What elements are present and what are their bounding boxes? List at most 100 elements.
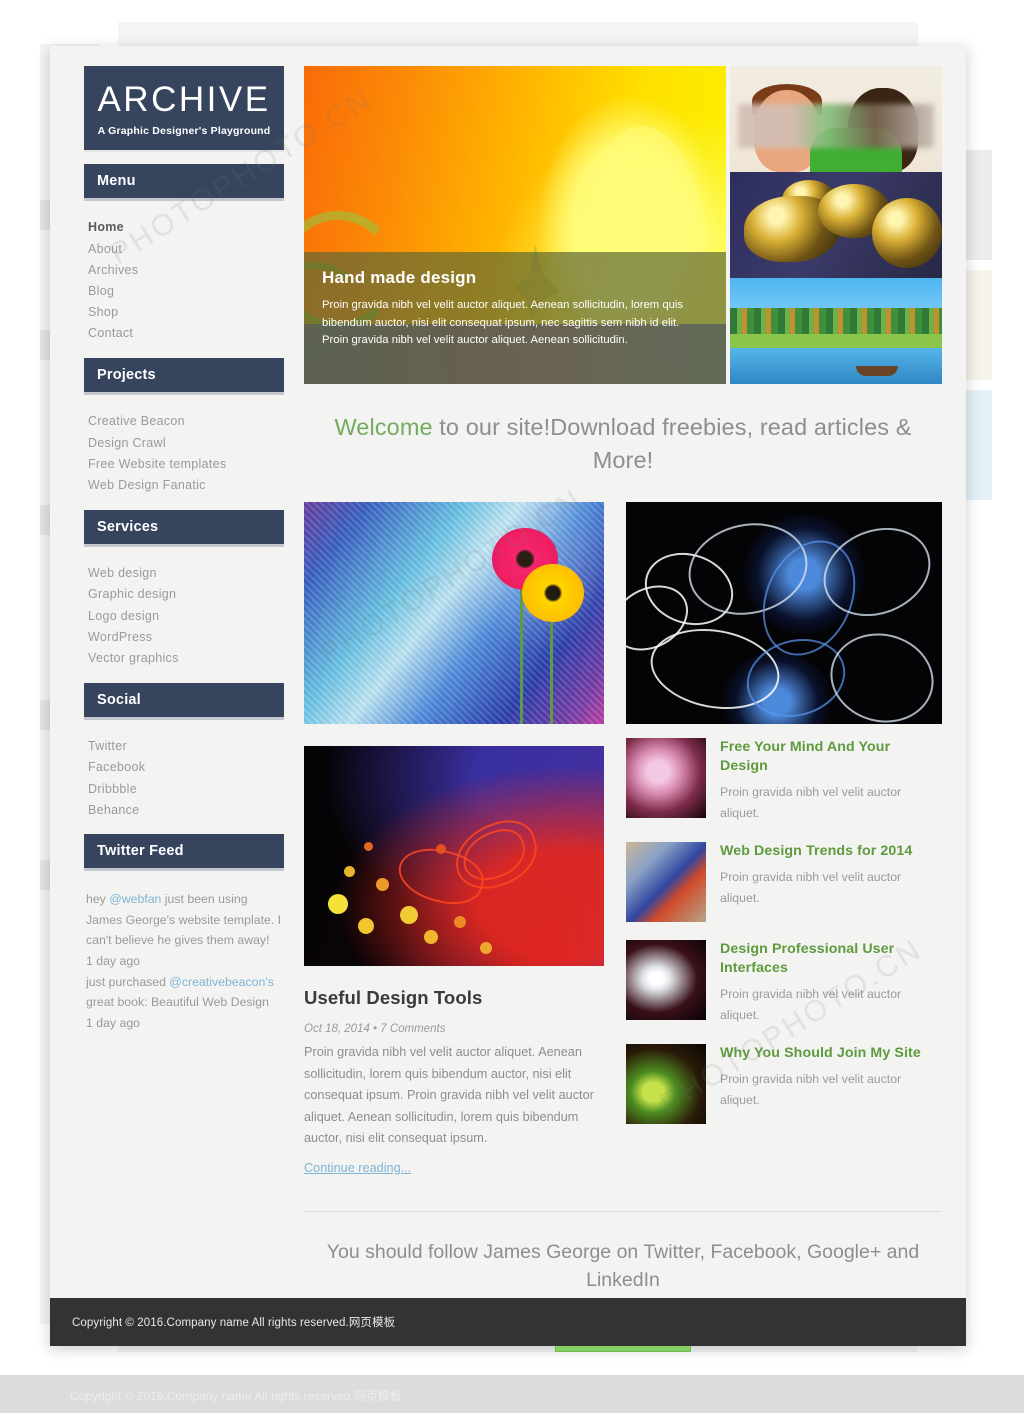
article-thumbnail-blue-mural	[626, 842, 706, 922]
sidebar-item-behance[interactable]: Behance	[88, 799, 284, 820]
tweet-handle[interactable]: @creativebeacon's	[169, 975, 273, 989]
tweet-item: hey @webfan just been using James George…	[86, 889, 284, 951]
sidebar-item-dribbble[interactable]: Dribbble	[88, 778, 284, 799]
decor	[376, 878, 389, 891]
sidebar-item-free-website-templates[interactable]: Free Website templates	[88, 453, 284, 474]
article-title[interactable]: Free Your Mind And Your Design	[720, 738, 942, 776]
cta-text: You should follow James George on Twitte…	[326, 1240, 920, 1291]
decor	[344, 866, 355, 877]
tweet-prefix: hey	[86, 892, 110, 907]
hero-thumb-gold-ornament[interactable]	[730, 172, 942, 278]
website-page: ARCHIVE A Graphic Designer's Playground …	[50, 46, 966, 1352]
sidebar-heading-projects: Projects	[84, 357, 284, 395]
hero-banner: Hand made design Proin gravida nibh vel …	[304, 66, 942, 384]
article-description: Proin gravida nibh vel velit auctor aliq…	[720, 870, 902, 905]
hero-caption-body: Proin gravida nibh vel velit auctor aliq…	[322, 299, 684, 346]
site-logo[interactable]: ARCHIVE A Graphic Designer's Playground	[84, 66, 284, 150]
main-content: Hand made design Proin gravida nibh vel …	[304, 66, 942, 1352]
sidebar-item-design-crawl[interactable]: Design Crawl	[88, 432, 284, 453]
featured-left-column: Useful Design Tools Oct 18, 2014 • 7 Com…	[304, 502, 604, 1175]
article-description: Proin gravida nibh vel velit auctor aliq…	[720, 987, 902, 1022]
hero-thumb-children[interactable]	[730, 66, 942, 172]
decor	[520, 582, 523, 724]
tweet-prefix: just purchased	[86, 974, 170, 989]
sidebar-nav-social: Twitter Facebook Dribbble Behance	[84, 736, 284, 821]
article-thumbnail-pink-smoke	[626, 738, 706, 818]
sidebar-item-about[interactable]: About	[88, 238, 284, 259]
article-title[interactable]: Why You Should Join My Site	[720, 1044, 942, 1063]
decor	[436, 844, 446, 854]
background-footer-strip: Copyright © 2016.Company name All rights…	[0, 1375, 1024, 1413]
welcome-rest: to our site!Download freebies, read arti…	[432, 414, 912, 473]
decor	[872, 198, 942, 268]
decor	[820, 622, 942, 724]
privacy-blur-overlay	[738, 104, 934, 148]
decor	[358, 918, 374, 934]
tweet-timestamp: 1 day ago	[86, 953, 141, 968]
decor	[424, 930, 438, 944]
decor	[730, 348, 942, 384]
sidebar-item-facebook[interactable]: Facebook	[88, 757, 284, 778]
article-list: Free Your Mind And Your Design Proin gra…	[626, 738, 942, 1124]
welcome-heading: Welcome to our site!Download freebies, r…	[304, 411, 942, 477]
footer-copyright: Copyright © 2016.Company name All rights…	[72, 1317, 396, 1329]
article-thumbnail-white-doves	[626, 940, 706, 1020]
sidebar-item-logo-design[interactable]: Logo design	[88, 605, 284, 626]
post-meta: Oct 18, 2014 • 7 Comments	[304, 1023, 446, 1035]
article-item[interactable]: Design Professional User Interfaces Proi…	[626, 940, 942, 1026]
brand-tagline: A Graphic Designer's Playground	[97, 124, 271, 137]
featured-right-column: Free Your Mind And Your Design Proin gra…	[626, 502, 942, 1175]
featured-image-butterfly[interactable]	[304, 746, 604, 966]
continue-reading-link[interactable]: Continue reading...	[304, 1161, 604, 1175]
sidebar-item-graphic-design[interactable]: Graphic design	[88, 584, 284, 605]
decor	[522, 564, 584, 622]
sidebar-item-web-design-fanatic[interactable]: Web Design Fanatic	[88, 474, 284, 495]
sidebar-item-vector-graphics[interactable]: Vector graphics	[88, 647, 284, 668]
tweet-item: just purchased @creativebeacon's great b…	[86, 972, 284, 1013]
sidebar-item-web-design[interactable]: Web design	[88, 563, 284, 584]
sidebar-heading-twitter-feed: Twitter Feed	[84, 834, 284, 872]
sidebar-item-wordpress[interactable]: WordPress	[88, 626, 284, 647]
hero-thumbnail-strip	[730, 66, 942, 384]
featured-grid: Useful Design Tools Oct 18, 2014 • 7 Com…	[304, 502, 942, 1175]
brand-title: ARCHIVE	[97, 80, 271, 119]
featured-image-wires[interactable]	[626, 502, 942, 724]
article-title[interactable]: Design Professional User Interfaces	[720, 940, 942, 978]
sidebar-item-twitter[interactable]: Twitter	[88, 736, 284, 757]
article-description: Proin gravida nibh vel velit auctor aliq…	[720, 1072, 902, 1107]
sidebar-nav-services: Web design Graphic design Logo design Wo…	[84, 563, 284, 669]
sidebar-heading-social: Social	[84, 682, 284, 720]
article-description: Proin gravida nibh vel velit auctor aliq…	[720, 785, 902, 820]
sidebar-item-blog[interactable]: Blog	[88, 280, 284, 301]
article-item[interactable]: Why You Should Join My Site Proin gravid…	[626, 1044, 942, 1124]
twitter-feed-list: hey @webfan just been using James George…	[84, 889, 284, 1034]
sidebar-item-creative-beacon[interactable]: Creative Beacon	[88, 411, 284, 432]
hero-caption: Hand made design Proin gravida nibh vel …	[304, 252, 726, 384]
featured-image-flowers[interactable]	[304, 502, 604, 724]
sidebar: ARCHIVE A Graphic Designer's Playground …	[84, 66, 284, 1034]
hero-caption-title: Hand made design	[322, 268, 477, 287]
post-body: Proin gravida nibh vel velit auctor aliq…	[304, 1045, 594, 1145]
decor	[856, 366, 898, 376]
decor	[480, 942, 492, 954]
background-footer-copyright: Copyright © 2016.Company name All rights…	[70, 1389, 402, 1403]
decor	[454, 916, 466, 928]
site-footer: Copyright © 2016.Company name All rights…	[50, 1298, 966, 1346]
tweet-rest: great book: Beautiful Web Design	[86, 995, 269, 1010]
decor	[364, 842, 373, 851]
sidebar-item-archives[interactable]: Archives	[88, 259, 284, 280]
article-title[interactable]: Web Design Trends for 2014	[720, 842, 942, 861]
sidebar-heading-services: Services	[84, 509, 284, 547]
sidebar-item-contact[interactable]: Contact	[88, 323, 284, 344]
sidebar-heading-menu: Menu	[84, 163, 284, 201]
sidebar-item-shop[interactable]: Shop	[88, 302, 284, 323]
sidebar-item-home[interactable]: Home	[88, 217, 284, 238]
sidebar-nav-projects: Creative Beacon Design Crawl Free Websit…	[84, 411, 284, 496]
welcome-highlight: Welcome	[334, 414, 433, 440]
hero-thumb-landscape[interactable]	[730, 278, 942, 384]
decor	[328, 894, 348, 914]
tweet-timestamp: 1 day ago	[86, 1015, 141, 1030]
tweet-handle[interactable]: @webfan	[109, 892, 161, 906]
article-item[interactable]: Free Your Mind And Your Design Proin gra…	[626, 738, 942, 824]
article-item[interactable]: Web Design Trends for 2014 Proin gravida…	[626, 842, 942, 922]
